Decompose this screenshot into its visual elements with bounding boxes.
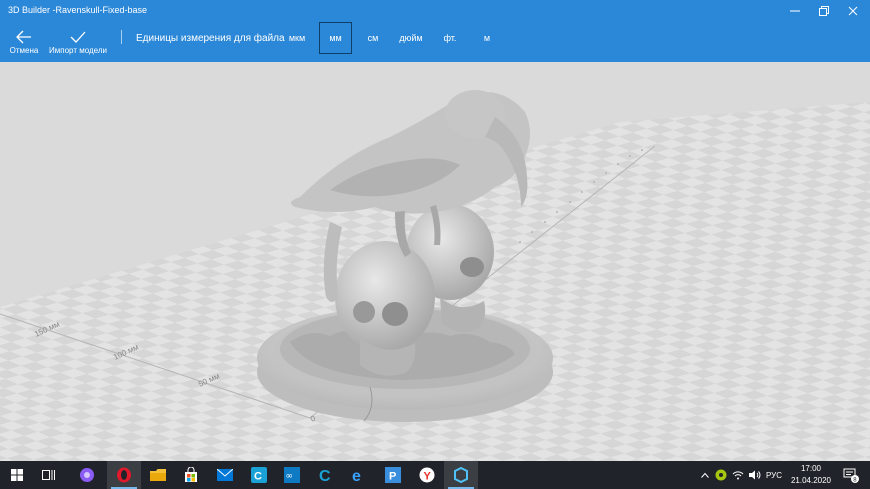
store-icon bbox=[185, 467, 197, 482]
ccleaner-icon: C bbox=[251, 467, 267, 483]
scene-canvas: 0 50 мм 100 мм 150 мм bbox=[0, 90, 870, 461]
clock[interactable]: 17:00 21.04.2020 bbox=[783, 463, 839, 487]
edge-icon: e bbox=[352, 468, 361, 483]
mail-icon bbox=[217, 469, 233, 481]
import-model-label: Импорт модели bbox=[49, 46, 107, 55]
back-arrow-icon bbox=[16, 30, 31, 44]
unit-um-button[interactable]: мкм bbox=[282, 22, 312, 54]
restore-icon bbox=[819, 6, 829, 16]
close-button[interactable] bbox=[838, 0, 868, 22]
chevron-up-icon bbox=[701, 472, 709, 478]
cancel-label: Отмена bbox=[9, 46, 39, 55]
mail-button[interactable] bbox=[208, 461, 242, 489]
wifi-icon bbox=[732, 471, 744, 480]
p-app-icon: P bbox=[385, 467, 401, 483]
yandex-browser-button[interactable]: Y bbox=[410, 461, 444, 489]
title-bar: 3D Builder -Ravenskull-Fixed-base bbox=[0, 0, 870, 22]
unit-m-button[interactable]: м bbox=[478, 22, 496, 54]
volume-button[interactable] bbox=[747, 461, 763, 489]
action-center-button[interactable]: 8 bbox=[840, 461, 862, 489]
import-model-button[interactable]: Импорт модели bbox=[46, 22, 110, 62]
svg-text:e: e bbox=[352, 468, 361, 483]
minimize-button[interactable] bbox=[780, 0, 810, 22]
infinity-icon: ∞ bbox=[284, 467, 300, 483]
alice-button[interactable] bbox=[70, 461, 104, 489]
speaker-icon bbox=[749, 470, 761, 480]
cancel-button[interactable]: Отмена bbox=[6, 22, 42, 62]
clock-time: 17:00 bbox=[800, 464, 822, 473]
yandex-browser-icon: Y bbox=[419, 467, 435, 483]
tray-app-icon bbox=[715, 469, 727, 481]
clock-date: 21.04.2020 bbox=[790, 476, 832, 485]
notification-icon: 8 bbox=[843, 468, 859, 483]
opera-icon bbox=[117, 467, 131, 483]
window-title: 3D Builder -Ravenskull-Fixed-base bbox=[8, 5, 148, 15]
alice-icon bbox=[80, 468, 94, 482]
toolbar: Отмена Импорт модели Единицы измерения д… bbox=[0, 22, 870, 62]
unit-ft-button[interactable]: фт. bbox=[438, 22, 462, 54]
taskbar: C ∞ C e P Y РУС 17:00 21.04.2020 8 bbox=[0, 461, 870, 489]
restore-button[interactable] bbox=[809, 0, 839, 22]
windows-logo-icon bbox=[11, 469, 23, 481]
close-icon bbox=[848, 6, 858, 16]
svg-text:∞: ∞ bbox=[286, 472, 294, 482]
3d-viewport[interactable]: 0 50 мм 100 мм 150 мм bbox=[0, 62, 870, 461]
start-button[interactable] bbox=[0, 461, 34, 489]
svg-text:C: C bbox=[254, 471, 262, 483]
edge-button[interactable]: e bbox=[342, 461, 376, 489]
language-indicator[interactable]: РУС bbox=[764, 461, 784, 489]
checkmark-icon bbox=[70, 31, 86, 43]
file-explorer-button[interactable] bbox=[141, 461, 175, 489]
show-hidden-icons-button[interactable] bbox=[698, 461, 712, 489]
3d-builder-button[interactable] bbox=[444, 461, 478, 489]
3d-builder-icon bbox=[454, 467, 468, 483]
store-button[interactable] bbox=[174, 461, 208, 489]
unit-inch-button[interactable]: дюйм bbox=[394, 22, 428, 54]
network-button[interactable] bbox=[730, 461, 746, 489]
task-view-button[interactable] bbox=[32, 461, 66, 489]
svg-text:Y: Y bbox=[424, 471, 432, 483]
unit-cm-button[interactable]: см bbox=[360, 22, 386, 54]
svg-text:P: P bbox=[389, 471, 396, 483]
infinity-app-button[interactable]: ∞ bbox=[275, 461, 309, 489]
tray-app-button[interactable] bbox=[713, 461, 729, 489]
svg-text:C: C bbox=[319, 468, 331, 483]
p-app-button[interactable]: P bbox=[376, 461, 410, 489]
task-view-icon bbox=[42, 470, 55, 480]
units-label: Единицы измерения для файла bbox=[136, 33, 285, 44]
toolbar-divider bbox=[121, 30, 122, 44]
cortana-c-icon: C bbox=[319, 468, 331, 483]
minimize-icon bbox=[790, 10, 800, 12]
file-explorer-icon bbox=[150, 469, 166, 481]
unit-mm-button[interactable]: мм bbox=[319, 22, 352, 54]
cortana-c-button[interactable]: C bbox=[309, 461, 343, 489]
ccleaner-button[interactable]: C bbox=[242, 461, 276, 489]
opera-button[interactable] bbox=[107, 461, 141, 489]
